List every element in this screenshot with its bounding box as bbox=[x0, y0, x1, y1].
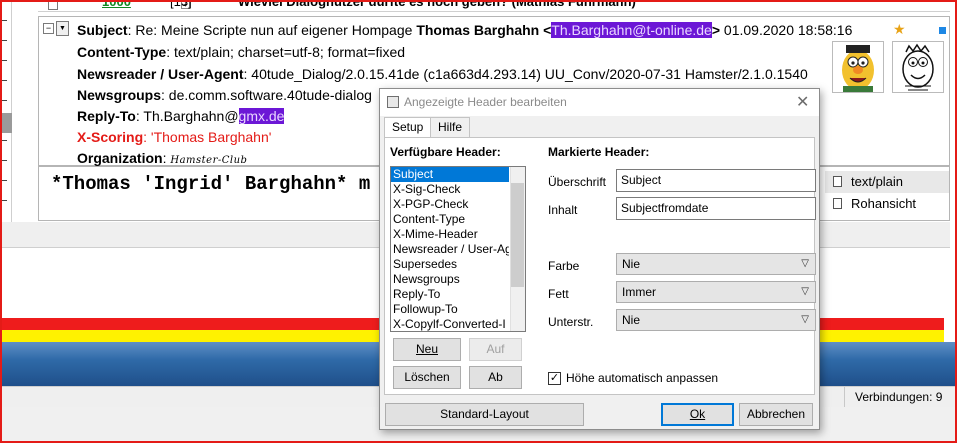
up-button[interactable]: Auf bbox=[469, 338, 522, 361]
chevron-down-icon: ▽ bbox=[801, 314, 809, 325]
list-item[interactable]: Subject bbox=[391, 167, 509, 182]
available-headers-list[interactable]: Subject X-Sig-Check X-PGP-Check Content-… bbox=[390, 166, 526, 332]
list-item[interactable]: X-Sig-Check bbox=[391, 182, 509, 197]
farbe-label: Farbe bbox=[548, 259, 580, 273]
list-item[interactable]: X-Copylf-Converted-I bbox=[391, 317, 509, 331]
unterstr-value: Nie bbox=[622, 313, 641, 327]
farbe-select[interactable]: Nie ▽ bbox=[616, 253, 816, 275]
standard-layout-button[interactable]: Standard-Layout bbox=[385, 403, 584, 426]
fett-select[interactable]: Immer ▽ bbox=[616, 281, 816, 303]
ueberschrift-field[interactable]: Subject bbox=[616, 169, 816, 192]
available-headers-label: Verfügbare Header: bbox=[390, 145, 501, 159]
unterstr-select[interactable]: Nie ▽ bbox=[616, 309, 816, 331]
chevron-down-icon: ▽ bbox=[801, 286, 809, 297]
list-item[interactable]: Newsgroups bbox=[391, 272, 509, 287]
list-item[interactable]: Followup-To bbox=[391, 302, 509, 317]
dialog-app-icon bbox=[387, 96, 399, 108]
marked-headers-label: Markierte Header: bbox=[548, 145, 650, 159]
unterstr-label: Unterstr. bbox=[548, 315, 594, 329]
autoheight-label: Höhe automatisch anpassen bbox=[566, 371, 719, 385]
farbe-value: Nie bbox=[622, 257, 641, 271]
edit-headers-dialog: Angezeigte Header bearbeiten ✕ Setup Hil… bbox=[379, 88, 820, 430]
tab-setup[interactable]: Setup bbox=[384, 117, 432, 139]
scrollbar-thumb[interactable] bbox=[511, 183, 524, 287]
dialog-titlebar[interactable]: Angezeigte Header bearbeiten ✕ bbox=[380, 89, 819, 116]
list-item[interactable]: Reply-To bbox=[391, 287, 509, 302]
autoheight-checkbox[interactable]: ✓ bbox=[548, 372, 561, 385]
setup-tab-page: Verfügbare Header: Subject X-Sig-Check X… bbox=[384, 137, 816, 395]
new-button[interactable]: Neu bbox=[393, 338, 461, 361]
down-button[interactable]: Ab bbox=[469, 366, 522, 389]
chevron-down-icon: ▽ bbox=[801, 258, 809, 269]
list-item[interactable]: Newsreader / User-Agent bbox=[391, 242, 509, 257]
cancel-button[interactable]: Abbrechen bbox=[739, 403, 813, 426]
close-icon[interactable]: ✕ bbox=[796, 92, 809, 112]
fett-label: Fett bbox=[548, 287, 569, 301]
ueberschrift-label: Überschrift bbox=[548, 175, 607, 189]
inhalt-label: Inhalt bbox=[548, 203, 578, 217]
list-item[interactable]: Content-Type bbox=[391, 212, 509, 227]
list-item[interactable]: X-PGP-Check bbox=[391, 197, 509, 212]
list-scrollbar[interactable] bbox=[510, 167, 525, 331]
list-item[interactable]: X-Mime-Header bbox=[391, 227, 509, 242]
fett-value: Immer bbox=[622, 285, 656, 299]
inhalt-field[interactable]: Subjectfromdate bbox=[616, 197, 816, 220]
ok-button[interactable]: Ok bbox=[661, 403, 734, 426]
tab-hilfe[interactable]: Hilfe bbox=[430, 117, 471, 138]
dialog-title: Angezeigte Header bearbeiten bbox=[404, 95, 567, 109]
list-item[interactable]: Supersedes bbox=[391, 257, 509, 272]
delete-button[interactable]: Löschen bbox=[393, 366, 461, 389]
